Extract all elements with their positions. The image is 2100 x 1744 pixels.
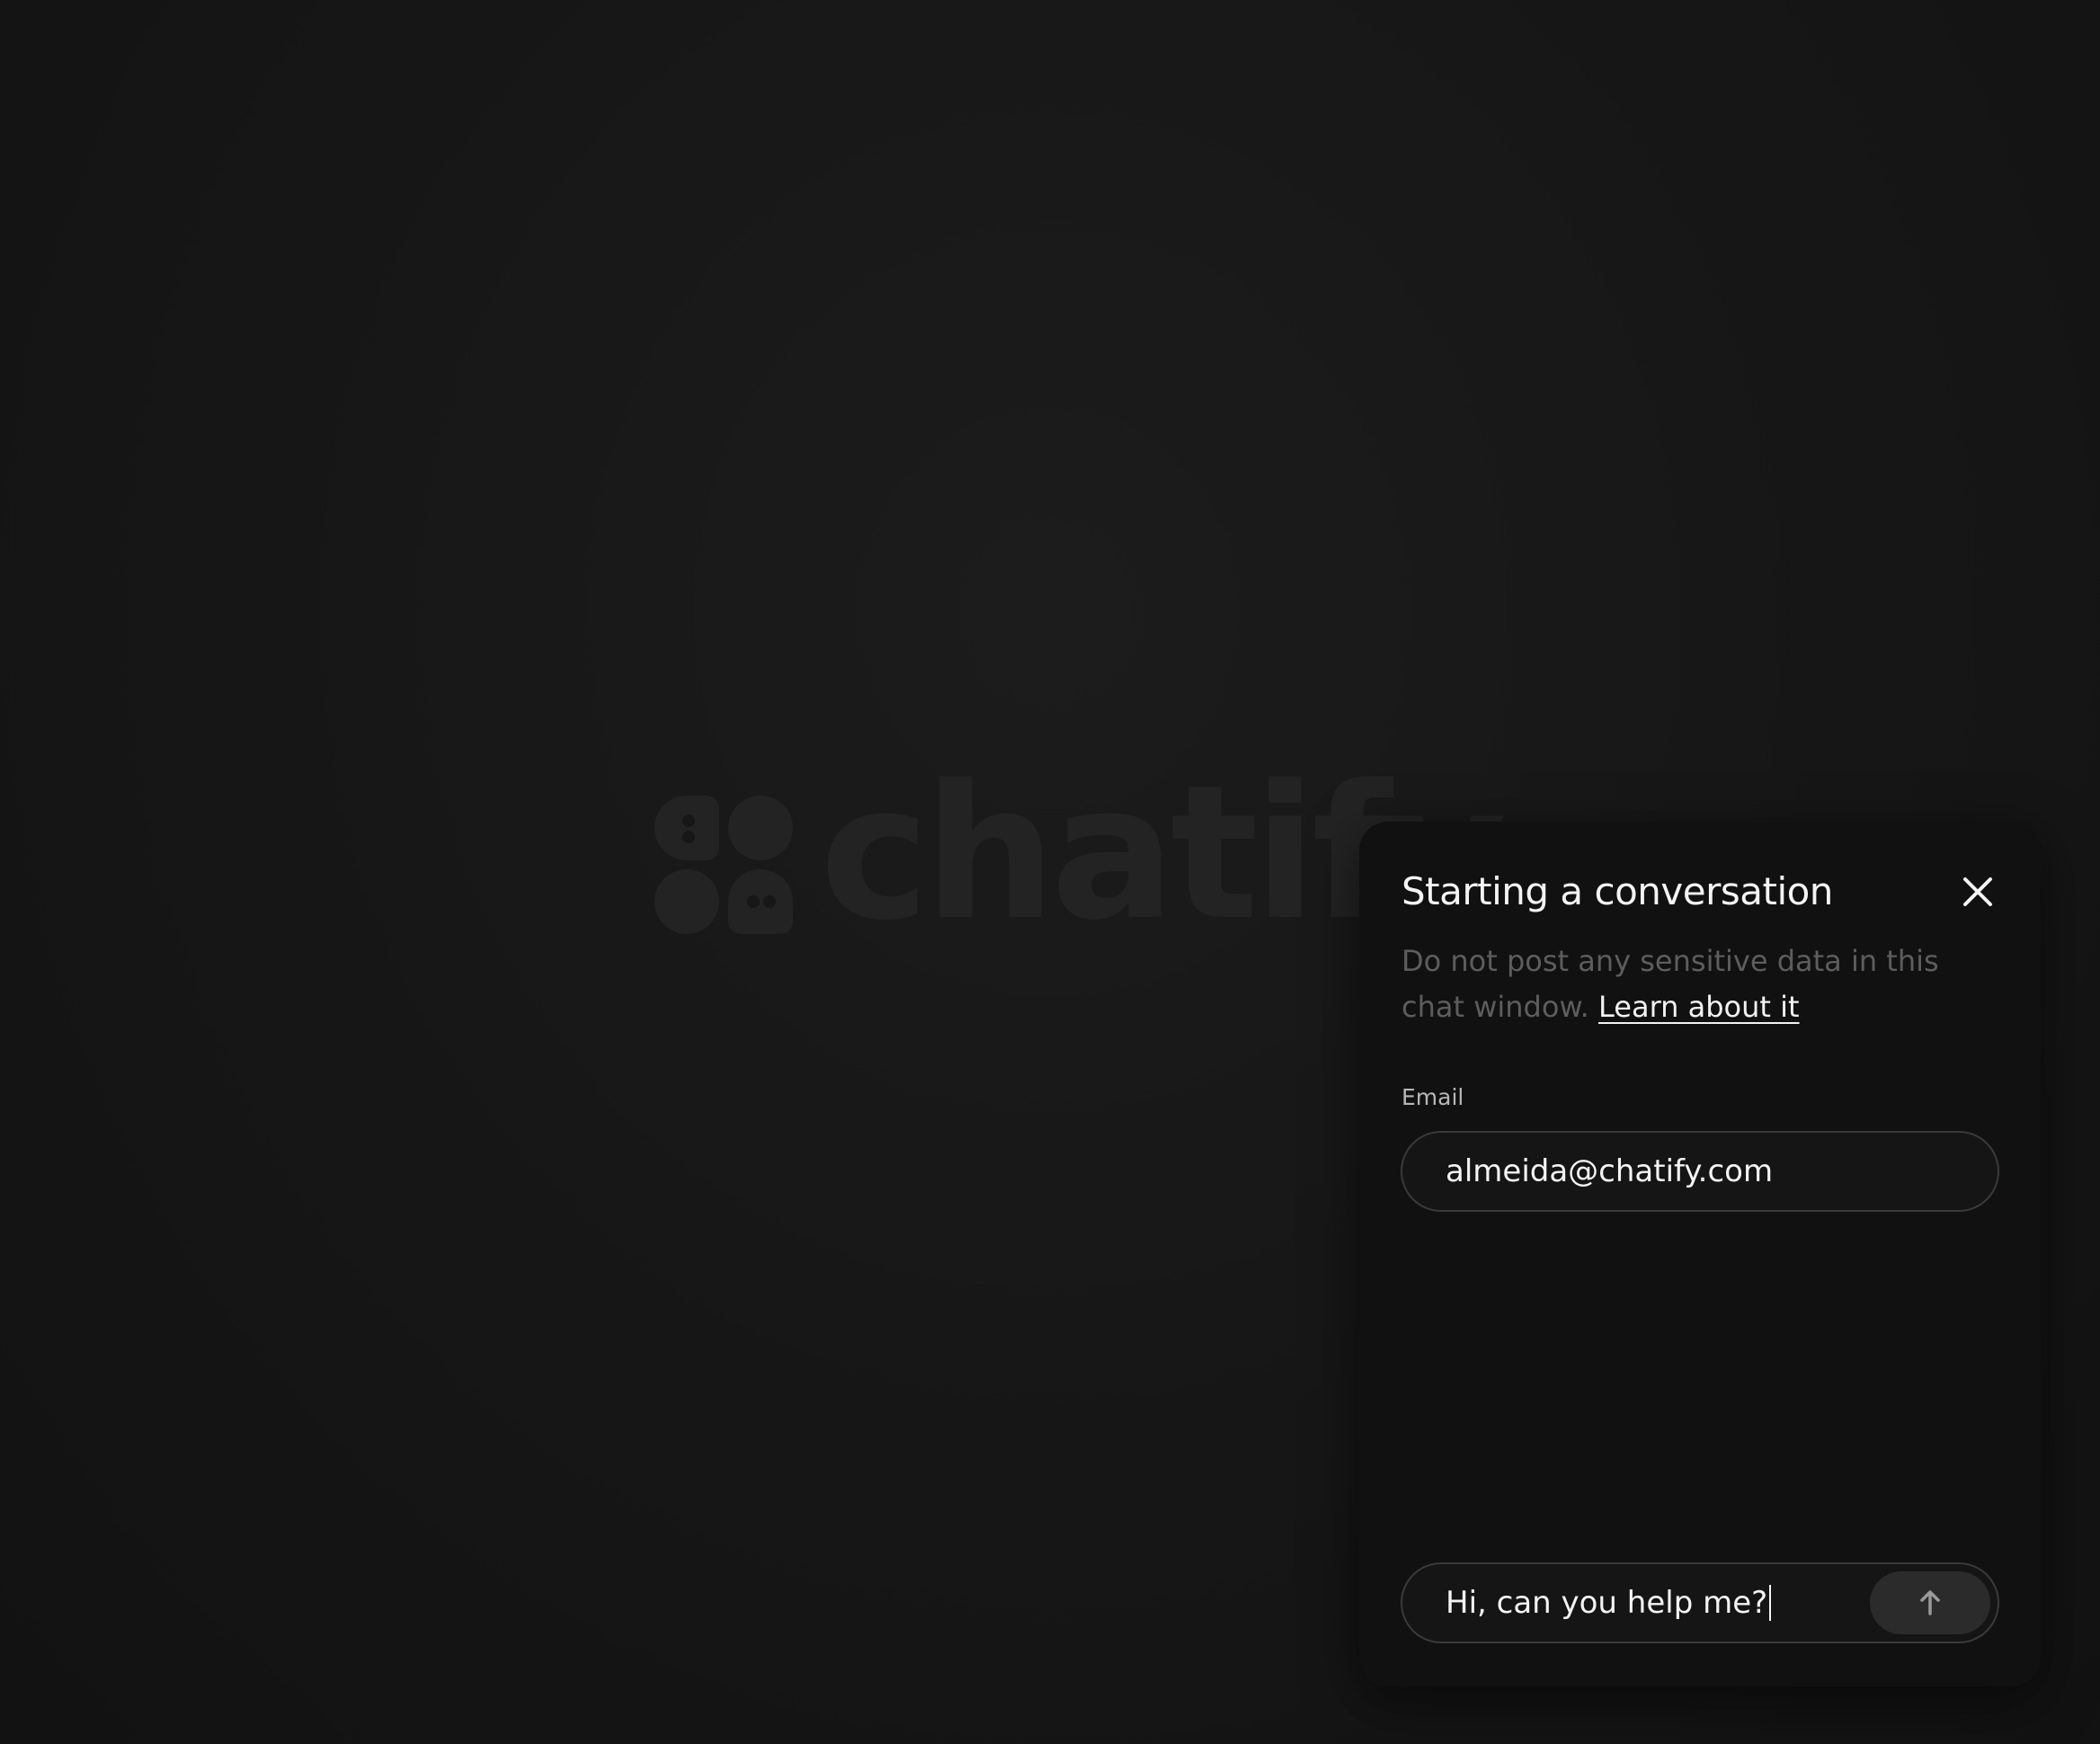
message-composer: Hi, can you help me?	[1401, 1562, 1999, 1643]
email-label: Email	[1401, 1084, 1464, 1110]
chat-header: Starting a conversation	[1401, 863, 2001, 921]
send-button[interactable]	[1870, 1571, 1990, 1634]
message-input-value: Hi, can you help me?	[1446, 1585, 1768, 1621]
close-icon	[1963, 877, 1992, 906]
arrow-up-icon	[1920, 1590, 1940, 1615]
email-field[interactable]: almeida@chatify.com	[1401, 1131, 1999, 1212]
email-field-value: almeida@chatify.com	[1446, 1153, 1774, 1189]
learn-more-link[interactable]: Learn about it	[1598, 990, 1800, 1024]
chat-panel: Starting a conversation Do not post any …	[1359, 822, 2041, 1686]
chat-title: Starting a conversation	[1401, 869, 1833, 913]
privacy-notice: Do not post any sensitive data in this c…	[1401, 939, 1995, 1030]
chatify-logo-icon	[654, 796, 793, 934]
message-input[interactable]: Hi, can you help me?	[1446, 1564, 1772, 1642]
close-button[interactable]	[1954, 868, 2001, 915]
text-caret	[1769, 1585, 1772, 1621]
